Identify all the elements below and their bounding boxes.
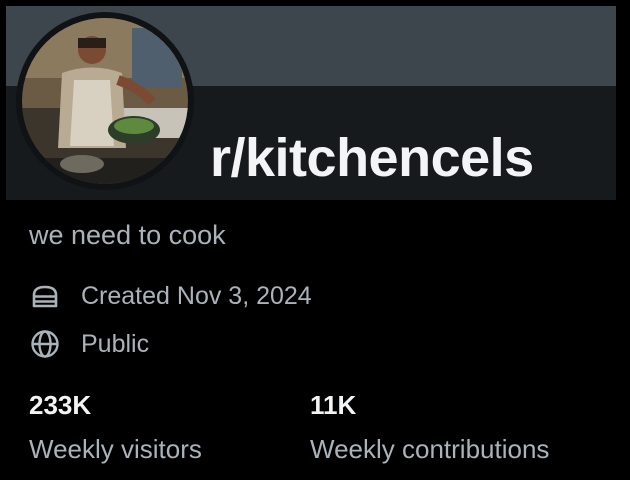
stat-weekly-contributions: 11K Weekly contributions [310,388,549,466]
stat-value: 233K [29,390,92,420]
community-description: we need to cook [29,220,226,250]
visibility-row: Public [28,327,149,361]
globe-icon [28,327,62,361]
community-avatar[interactable] [16,12,194,190]
stat-weekly-visitors: 233K Weekly visitors [29,388,202,466]
community-name[interactable]: r/kitchencels [210,126,534,190]
created-date-row: Created Nov 3, 2024 [28,279,312,313]
stat-value: 11K [310,390,357,420]
visibility-label: Public [81,329,150,358]
cake-icon [28,279,62,313]
created-date: Created Nov 3, 2024 [81,281,312,310]
stat-label: Weekly visitors [29,434,202,464]
avatar-image [22,18,188,184]
stat-label: Weekly contributions [310,434,550,464]
